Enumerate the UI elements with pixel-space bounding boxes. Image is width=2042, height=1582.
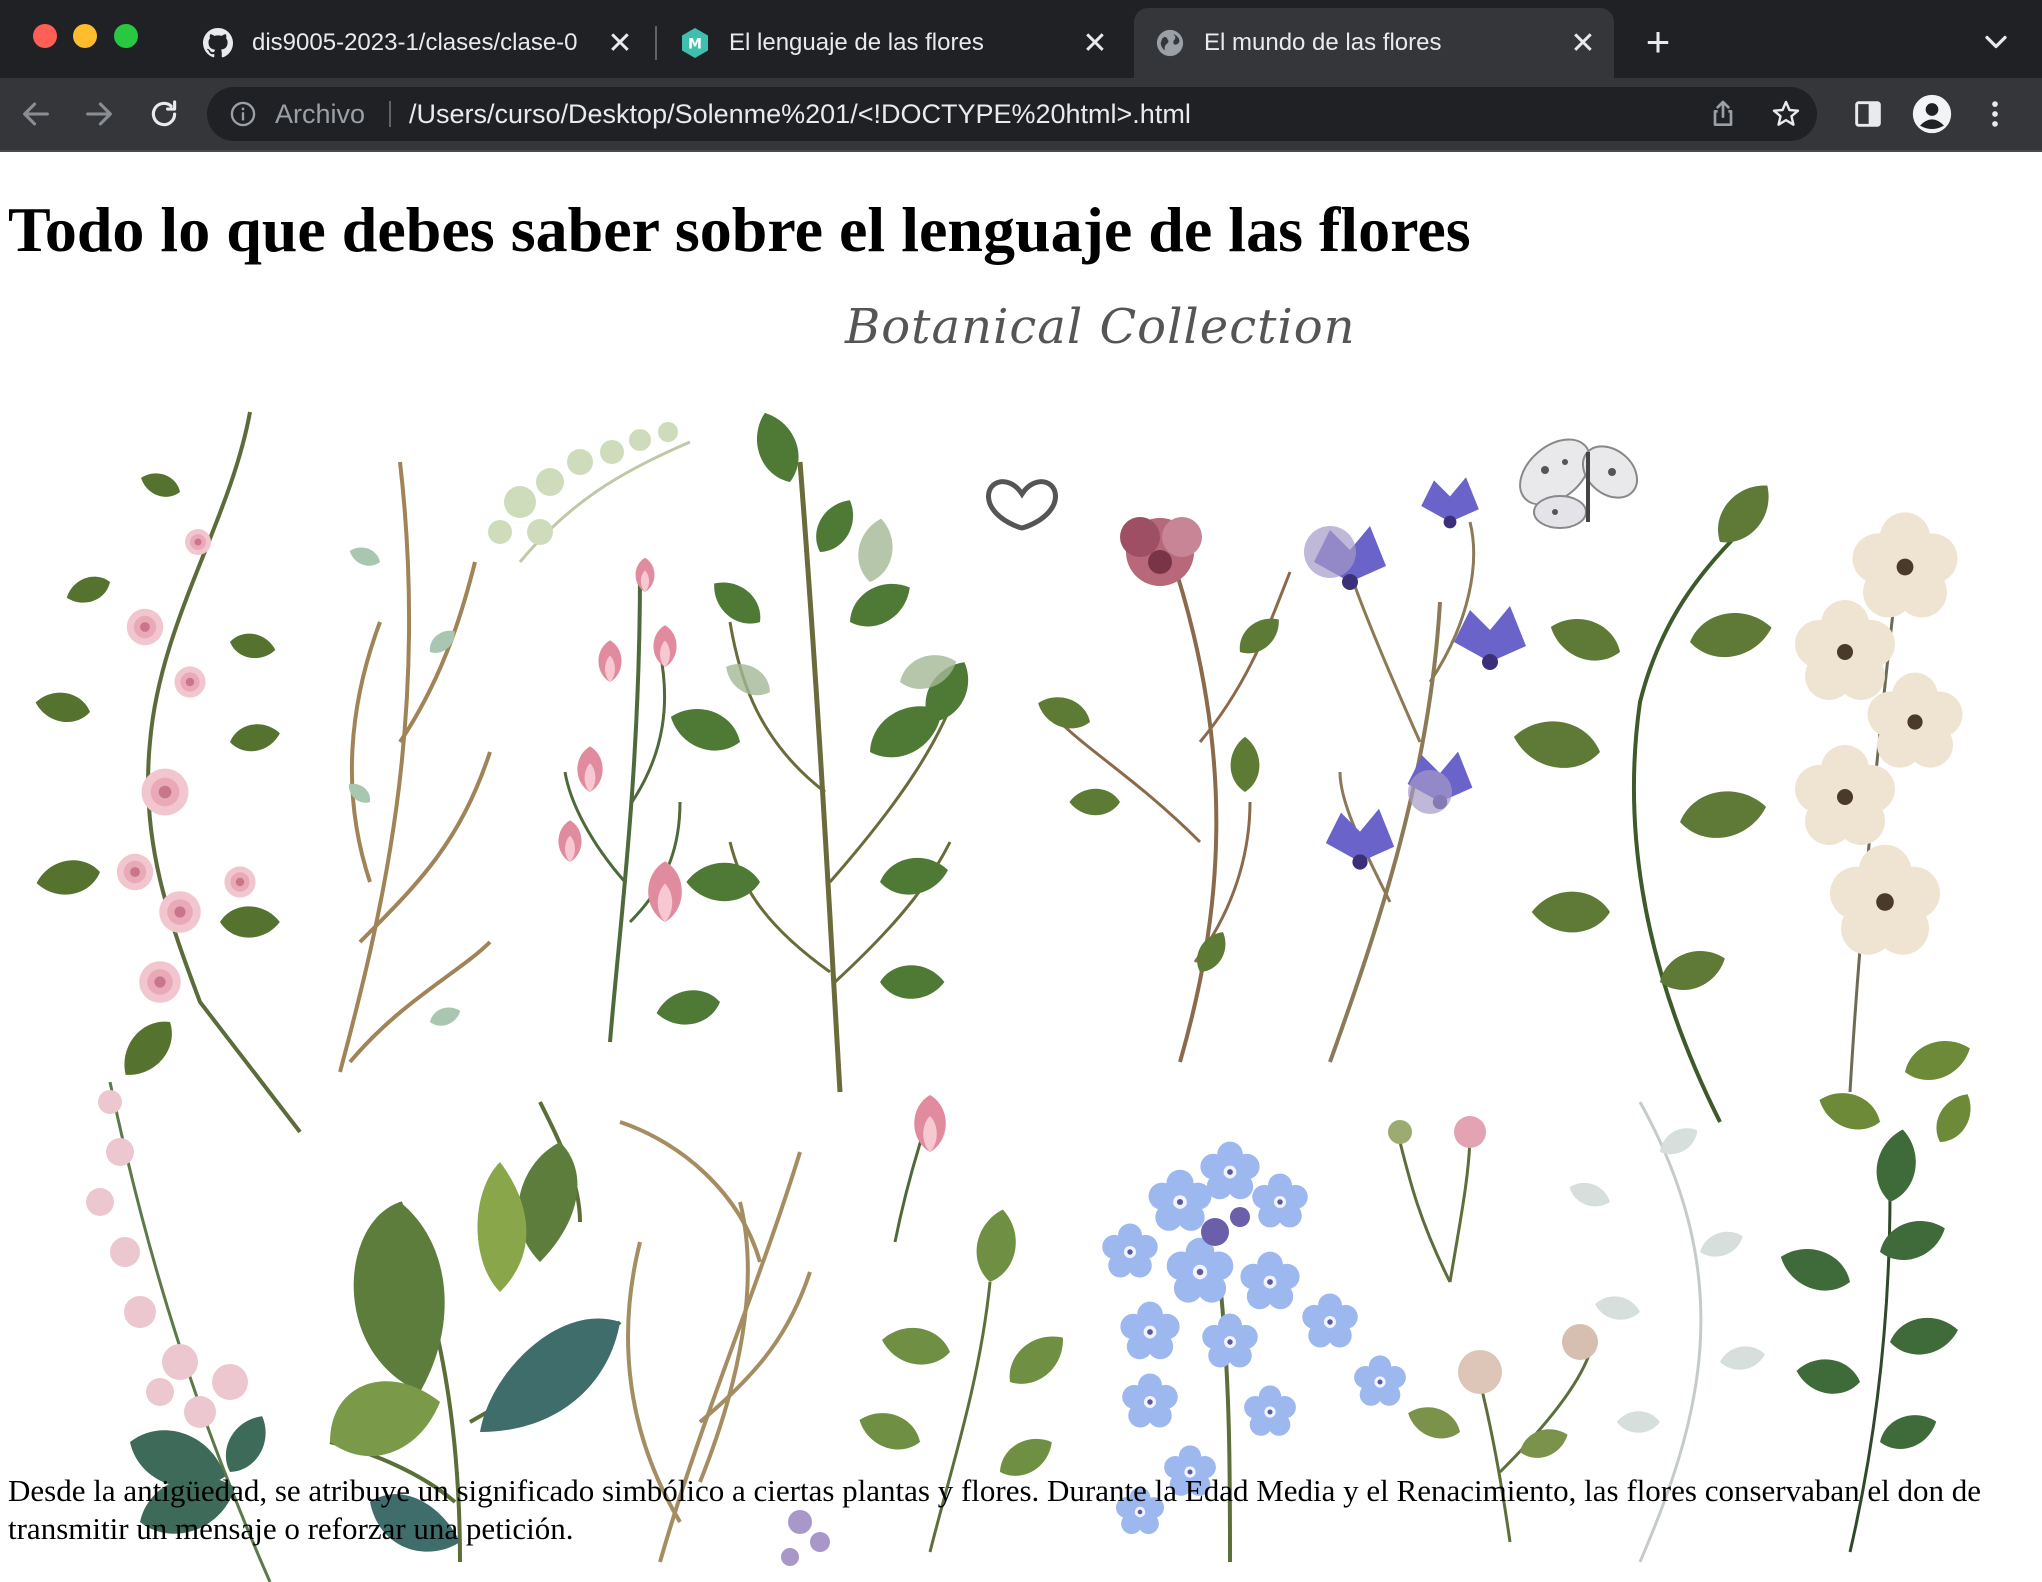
address-bar[interactable]: Archivo /Users/curso/Desktop/Solenme%201… <box>207 87 1817 141</box>
burgundy-flower-stem <box>1033 517 1292 1063</box>
green-leafy-branch <box>653 406 981 1093</box>
side-panel-icon[interactable] <box>1846 92 1890 136</box>
close-tab-icon[interactable]: ✕ <box>603 26 637 60</box>
tab-title: El lenguaje de las flores <box>729 29 984 56</box>
serrated-leaf-vine <box>1509 473 1783 1123</box>
bellflower-stem <box>1304 477 1526 1063</box>
intro-paragraph: Desde la antigüedad, se atribuye un sign… <box>8 1473 1982 1546</box>
tab-search-chevron-icon[interactable] <box>1978 24 2014 60</box>
close-tab-icon[interactable]: ✕ <box>1078 26 1112 60</box>
file-scheme-label: Archivo <box>275 99 366 129</box>
page-heading: Todo lo que debes saber sobre el lenguaj… <box>8 194 1471 265</box>
back-arrow-icon[interactable] <box>14 92 58 136</box>
svg-text:M: M <box>688 37 702 53</box>
tab-github[interactable]: dis9005-2023-1/clases/clase-0 ✕ <box>190 8 645 78</box>
tab-divider <box>655 26 657 60</box>
tab-lenguaje-flores[interactable]: M El lenguaje de las flores ✕ <box>665 8 1120 78</box>
eucalyptus-sprig <box>488 422 691 563</box>
pink-rose-vine <box>33 411 302 1134</box>
site-m-icon: M <box>679 27 711 59</box>
tab-title: El mundo de las flores <box>1204 29 1442 56</box>
grass-branch <box>338 461 492 1073</box>
butterfly <box>1519 438 1638 529</box>
globe-icon <box>1154 27 1186 59</box>
url-text[interactable]: /Users/curso/Desktop/Solenme%201/<!DOCTY… <box>409 97 1191 131</box>
tab-strip: dis9005-2023-1/clases/clase-0 ✕ M El len… <box>0 0 2042 78</box>
reload-icon[interactable] <box>142 92 186 136</box>
page-viewport: Todo lo que debes saber sobre el lenguaj… <box>0 152 2042 1582</box>
profile-avatar-icon[interactable] <box>1910 92 1954 136</box>
github-icon <box>202 27 234 59</box>
close-tab-icon[interactable]: ✕ <box>1566 26 1600 60</box>
bookmark-star-icon[interactable] <box>1770 98 1802 130</box>
maximize-window-button[interactable] <box>114 24 138 48</box>
browser-toolbar: Archivo /Users/curso/Desktop/Solenme%201… <box>0 78 2042 150</box>
tab-mundo-flores-active[interactable]: El mundo de las flores ✕ <box>1134 8 1614 78</box>
new-tab-button[interactable]: + <box>1638 21 1678 63</box>
close-window-button[interactable] <box>33 24 57 48</box>
pink-bud-stem <box>558 557 682 1043</box>
address-divider <box>389 101 391 127</box>
botanical-illustration <box>33 406 1981 1582</box>
more-menu-icon[interactable] <box>1973 92 2017 136</box>
cream-flower-stem <box>1795 512 1981 1150</box>
minimize-window-button[interactable] <box>73 24 97 48</box>
tab-title: dis9005-2023-1/clases/clase-0 <box>252 29 578 56</box>
site-info-icon[interactable] <box>229 100 257 128</box>
share-icon[interactable] <box>1707 98 1739 130</box>
forward-arrow-icon[interactable] <box>77 92 121 136</box>
